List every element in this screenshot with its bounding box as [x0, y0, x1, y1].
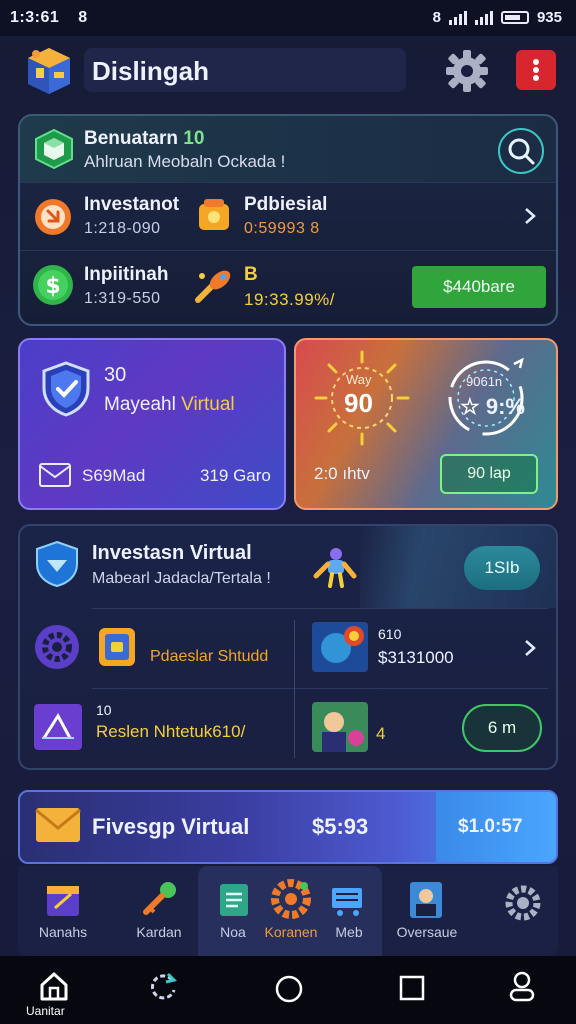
wallet-row-value-3: 1:319-550	[84, 290, 161, 307]
mail-icon	[39, 463, 71, 487]
invest-item-a-label: Pdaeslar Shtudd	[150, 648, 269, 665]
invest-item-c-top: 10	[96, 702, 112, 718]
user-icon[interactable]	[506, 970, 538, 1004]
divider	[20, 182, 556, 183]
search-button[interactable]	[498, 128, 544, 174]
invest-card-subtitle: Mabearl Jadacla/Tertala !	[92, 570, 271, 587]
virtual-tile-footer-left: S69Mad	[82, 466, 146, 485]
battery-icon	[500, 11, 529, 24]
timer-ring-label: Way	[346, 372, 372, 387]
wallet-row-value-1: 1:218-090	[84, 220, 161, 237]
notification-icon: 8	[78, 9, 88, 26]
cart-icon	[332, 888, 362, 916]
app-title: Dislingah	[92, 56, 210, 86]
nav-label: Oversaue	[396, 924, 458, 940]
divider	[294, 620, 295, 758]
wallet-row-title-3: Inpiitinah	[84, 264, 169, 285]
divider	[92, 688, 548, 689]
invest-item-b-value: $3131000	[378, 648, 454, 667]
invest-item-c-label: Reslen Nhtetuk610/	[96, 722, 246, 741]
download-coin-icon	[35, 199, 71, 235]
home-icon[interactable]	[38, 970, 70, 1002]
battery-text: 935	[536, 9, 562, 26]
invest-card-title: Investasn Virtual	[92, 542, 252, 564]
blue-shield-icon	[36, 540, 78, 588]
day-button[interactable]: 90 lap	[440, 454, 538, 494]
banner-price: $5:93	[312, 814, 369, 839]
wallet-header-title: Benuatarn 10	[84, 128, 205, 149]
nav-item-oversaue[interactable]: Oversaue	[380, 874, 474, 954]
banner-title: Fivesgp Virtual	[92, 814, 250, 839]
refresh-icon[interactable]	[146, 970, 180, 1004]
recent-apps-icon[interactable]	[398, 974, 426, 1002]
invest-item-d-value: 4	[376, 724, 386, 743]
wallet-row-title-1: Investanot	[84, 194, 180, 215]
wifi-signal-icon	[448, 10, 467, 25]
percent-ring-label: 9061n	[466, 374, 503, 389]
orange-gear-icon	[271, 879, 311, 919]
invest-item-b-top: 610	[378, 626, 402, 642]
divider	[92, 608, 548, 609]
profile-card-icon	[410, 882, 442, 918]
virtual-tile-number: 30	[104, 364, 127, 386]
wallet-header-subtitle: Ahlruan Meobaln Ockada !	[84, 152, 286, 171]
status-time: 1:3:61 8	[10, 9, 88, 27]
purple-chart-icon	[34, 704, 82, 750]
lock-box-icon	[99, 628, 135, 666]
nav-item-nanahs[interactable]: Nanahs	[18, 874, 108, 954]
rocket-icon	[195, 270, 231, 303]
nav-item-meb[interactable]: Meb	[314, 874, 384, 954]
nav-label: Nanahs	[38, 924, 88, 940]
status-time-text: 1:3:61	[10, 9, 60, 26]
wallet-row-title-4: B	[244, 264, 258, 285]
nav-item-settings[interactable]	[490, 874, 556, 954]
percent-ring-value: ☆ 9:%	[460, 394, 525, 419]
document-icon	[220, 884, 248, 916]
orange-box-icon	[199, 199, 229, 230]
green-shield-box-icon	[35, 128, 73, 170]
svg-text:$: $	[45, 274, 60, 299]
purple-gear-icon[interactable]	[34, 624, 80, 670]
progress-tile-footer: 2:0 ıhtv	[314, 464, 370, 483]
virtual-tile-label: Mayeahl Virtual	[104, 394, 235, 415]
wallet-row-title-2: Pdbiesial	[244, 194, 328, 215]
virtual-tile-footer-right: 319 Garo	[200, 466, 271, 485]
settings-gear-icon[interactable]	[444, 48, 490, 94]
divider	[20, 250, 556, 251]
search-icon	[508, 138, 535, 165]
chevron-right-icon[interactable]	[520, 638, 540, 658]
chevron-right-icon[interactable]	[520, 206, 540, 226]
shield-check-icon	[42, 361, 90, 417]
calendar-icon	[47, 886, 79, 916]
dollar-coin-icon: $	[33, 265, 73, 305]
invest-pill-button[interactable]: 1SIb	[464, 546, 540, 590]
envelope-icon	[35, 808, 81, 842]
circle-home-icon[interactable]	[274, 974, 304, 1004]
earn-button[interactable]: $440bare	[412, 266, 546, 308]
figure-icon	[313, 548, 357, 588]
key-icon	[143, 882, 176, 915]
wallet-row-value-4: 19:33.99%/	[244, 290, 336, 309]
avatar-thumbnail-icon	[312, 702, 368, 752]
status-icons: 8 935	[433, 9, 562, 26]
banner-right-value: $1.0:57	[458, 816, 523, 837]
alarm-icon: 8	[432, 9, 441, 26]
nav-item-kardan[interactable]: Kardan	[114, 874, 204, 954]
timer-ring-value: 90	[344, 388, 373, 418]
kebab-icon	[533, 59, 539, 81]
globe-thumbnail-icon	[312, 622, 368, 672]
count-button[interactable]: 6 m	[462, 704, 542, 752]
cell-signal-icon	[474, 10, 493, 25]
wallet-row-value-2: 0:59993 8	[244, 220, 320, 237]
settings-gear-icon	[505, 885, 541, 921]
app-logo-icon	[28, 48, 70, 94]
more-menu-button[interactable]	[516, 50, 556, 90]
home-label: Uanitar	[26, 1004, 65, 1018]
